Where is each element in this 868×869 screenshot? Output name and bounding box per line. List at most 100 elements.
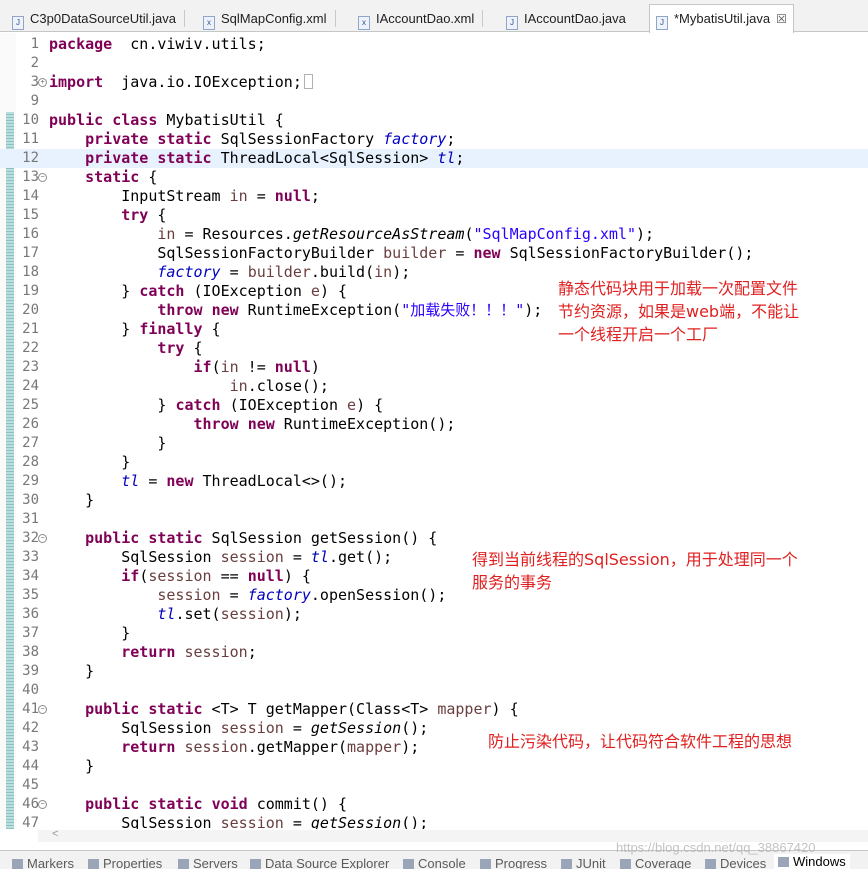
- xml-file-icon: x: [358, 16, 370, 30]
- code-line[interactable]: 3 + import java.io.IOException;: [0, 73, 868, 92]
- tab-label: C3p0DataSourceUtil.java: [30, 11, 176, 26]
- code-text: public class MybatisUtil {: [49, 111, 284, 129]
- code-line[interactable]: 41− public static <T> T getMapper(Class<…: [0, 700, 868, 719]
- tab-label: IAccountDao.xml: [376, 11, 475, 26]
- code-line[interactable]: 37 }: [0, 624, 868, 643]
- code-line[interactable]: 31: [0, 510, 868, 529]
- code-line[interactable]: 26 throw new RuntimeException();: [0, 415, 868, 434]
- code-line[interactable]: 9: [0, 92, 868, 111]
- code-line[interactable]: 14 InputStream in = null;: [0, 187, 868, 206]
- code-text: }: [49, 491, 95, 509]
- collapse-fold-icon[interactable]: −: [38, 534, 47, 543]
- tab-separator: [334, 10, 336, 27]
- code-text: tl.set(session);: [157, 605, 302, 623]
- collapse-fold-icon[interactable]: −: [38, 173, 47, 182]
- line-number: 27: [22, 435, 39, 451]
- code-line[interactable]: 45: [0, 776, 868, 795]
- code-text: throw new RuntimeException();: [193, 415, 456, 433]
- folded-region-icon[interactable]: [303, 74, 313, 89]
- tab-iaccountdao-java[interactable]: J IAccountDao.java: [506, 6, 626, 31]
- line-number: 17: [22, 245, 39, 261]
- code-line[interactable]: 47 SqlSession session = getSession();: [0, 814, 868, 829]
- collapse-fold-icon[interactable]: −: [38, 705, 47, 714]
- code-text: static {: [85, 168, 158, 186]
- tab-servers[interactable]: Servers: [178, 856, 238, 869]
- line-number: 31: [22, 511, 39, 527]
- code-line[interactable]: 11 private static SqlSessionFactory fact…: [0, 130, 868, 149]
- code-line[interactable]: 24 in.close();: [0, 377, 868, 396]
- code-text: } finally {: [49, 320, 221, 338]
- tab-console[interactable]: Console: [403, 856, 466, 869]
- tab-progress[interactable]: Progress: [480, 856, 547, 869]
- line-number: 26: [22, 416, 39, 432]
- annotation-get-mapper: 防止污染代码，让代码符合软件工程的思想: [488, 732, 793, 751]
- code-line[interactable]: 10 public class MybatisUtil {: [0, 111, 868, 130]
- expand-fold-icon[interactable]: +: [38, 78, 47, 87]
- code-line[interactable]: 15 try {: [0, 206, 868, 225]
- line-number: 29: [22, 473, 39, 489]
- code-text: if(in != null): [193, 358, 320, 376]
- code-line[interactable]: 46− public static void commit() {: [0, 795, 868, 814]
- line-number: 19: [22, 283, 39, 299]
- code-editor[interactable]: 1 package cn.viwiv.utils; 2 3 + import java.i…: [0, 33, 868, 829]
- line-number: 22: [22, 340, 39, 356]
- tab-iaccountdao-xml[interactable]: x IAccountDao.xml: [358, 6, 484, 31]
- code-line[interactable]: 17 SqlSessionFactoryBuilder builder = ne…: [0, 244, 868, 263]
- tab-markers[interactable]: Markers: [12, 856, 74, 869]
- code-text: } catch (IOException e) {: [49, 282, 348, 300]
- tab-label: SqlMapConfig.xml: [221, 11, 327, 26]
- code-line[interactable]: 30 }: [0, 491, 868, 510]
- line-number: 42: [22, 720, 39, 736]
- close-icon[interactable]: ☒: [776, 12, 787, 26]
- code-text: SqlSession session = getSession();: [49, 814, 429, 829]
- code-line[interactable]: 23 if(in != null): [0, 358, 868, 377]
- code-text: InputStream in = null;: [49, 187, 320, 205]
- line-number: 47: [22, 815, 39, 829]
- java-file-icon: J: [12, 16, 24, 30]
- tab-windows[interactable]: Windows: [774, 854, 850, 869]
- code-line[interactable]: 28 }: [0, 453, 868, 472]
- tab-properties[interactable]: Properties: [88, 856, 162, 869]
- code-line[interactable]: 13− static {: [0, 168, 868, 187]
- code-line[interactable]: 27 }: [0, 434, 868, 453]
- code-line[interactable]: 38 return session;: [0, 643, 868, 662]
- tab-junit[interactable]: JUnit: [561, 856, 606, 869]
- tab-label: Windows: [793, 854, 846, 869]
- tab-label: JUnit: [576, 856, 606, 869]
- code-line[interactable]: 1 package cn.viwiv.utils;: [0, 35, 868, 54]
- code-text: public static void commit() {: [85, 795, 348, 813]
- tab-mybatisutil[interactable]: J *MybatisUtil.java ☒: [649, 4, 794, 33]
- line-number: 30: [22, 492, 39, 508]
- tab-label: Servers: [193, 856, 238, 869]
- tab-sqlmapconfig[interactable]: x SqlMapConfig.xml: [203, 6, 336, 31]
- tab-c3p0datasourceutil[interactable]: J C3p0DataSourceUtil.java: [12, 6, 185, 31]
- code-line[interactable]: 2: [0, 54, 868, 73]
- code-line[interactable]: 40: [0, 681, 868, 700]
- code-text: import java.io.IOException;: [49, 73, 313, 92]
- scroll-left-icon[interactable]: <: [52, 828, 58, 840]
- code-line[interactable]: 32− public static SqlSession getSession(…: [0, 529, 868, 548]
- code-text: }: [49, 757, 95, 775]
- code-line[interactable]: 16 in = Resources.getResourceAsStream("S…: [0, 225, 868, 244]
- code-text: try {: [157, 339, 203, 357]
- java-file-icon: J: [656, 16, 668, 30]
- line-number: 43: [22, 739, 39, 755]
- tab-devices[interactable]: Devices: [705, 856, 766, 869]
- line-number: 45: [22, 777, 39, 793]
- code-text: } catch (IOException e) {: [49, 396, 384, 414]
- code-text: tl = new ThreadLocal<>();: [121, 472, 348, 490]
- code-line[interactable]: 29 tl = new ThreadLocal<>();: [0, 472, 868, 491]
- line-number: 33: [22, 549, 39, 565]
- code-line[interactable]: 39 }: [0, 662, 868, 681]
- code-text: SqlSession session = tl.get();: [49, 548, 393, 566]
- code-text: public static <T> T getMapper(Class<T> m…: [85, 700, 519, 718]
- code-line[interactable]: 25 } catch (IOException e) {: [0, 396, 868, 415]
- tab-coverage[interactable]: Coverage: [620, 856, 691, 869]
- tab-label: Progress: [495, 856, 548, 869]
- code-line[interactable]: 36 tl.set(session);: [0, 605, 868, 624]
- collapse-fold-icon[interactable]: −: [38, 800, 47, 809]
- code-line[interactable]: 12 private static ThreadLocal<SqlSession…: [0, 149, 868, 168]
- code-line[interactable]: 44 }: [0, 757, 868, 776]
- line-number: 9: [30, 93, 39, 109]
- tab-data-source-explorer[interactable]: Data Source Explorer: [250, 856, 389, 869]
